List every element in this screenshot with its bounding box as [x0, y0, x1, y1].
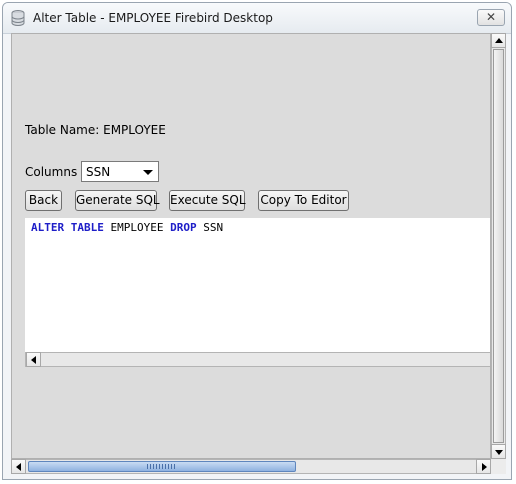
title-bar[interactable]: Alter Table - EMPLOYEE Firebird Desktop …	[3, 3, 511, 34]
scroll-right-button[interactable]	[476, 459, 491, 474]
columns-label: Columns	[25, 165, 78, 179]
sql-table-name: EMPLOYEE	[110, 221, 164, 234]
close-button[interactable]: ✕	[477, 9, 505, 26]
sql-column-name: SSN	[203, 221, 224, 234]
editor-scroll-left-button[interactable]	[26, 352, 41, 367]
back-button[interactable]: Back	[25, 190, 62, 211]
scrollbar-corner	[491, 459, 506, 474]
grip-icon	[147, 464, 177, 469]
alter-table-window: Alter Table - EMPLOYEE Firebird Desktop …	[2, 2, 512, 480]
columns-dropdown[interactable]: SSN	[81, 161, 159, 182]
horizontal-scrollbar[interactable]	[11, 459, 491, 474]
scroll-left-button[interactable]	[11, 459, 26, 474]
vertical-scroll-thumb[interactable]	[493, 49, 504, 443]
editor-horizontal-scrollbar[interactable]	[25, 352, 490, 367]
vertical-scrollbar[interactable]	[491, 33, 506, 459]
sql-keyword-table: TABLE	[70, 221, 104, 234]
copy-to-editor-button[interactable]: Copy To Editor	[258, 190, 349, 211]
arrow-right-icon	[482, 463, 487, 471]
close-icon: ✕	[485, 10, 497, 24]
scroll-up-button[interactable]	[491, 33, 506, 48]
table-name-label: Table Name: EMPLOYEE	[25, 123, 166, 137]
horizontal-scroll-thumb[interactable]	[28, 461, 296, 472]
sql-statement: ALTER TABLE EMPLOYEE DROP SSN	[31, 221, 223, 234]
columns-selected-value: SSN	[86, 165, 111, 179]
execute-sql-button[interactable]: Execute SQL	[169, 190, 246, 211]
sql-editor[interactable]: ALTER TABLE EMPLOYEE DROP SSN	[25, 218, 490, 352]
scroll-down-button[interactable]	[491, 444, 506, 459]
sql-keyword-alter: ALTER	[31, 221, 65, 234]
database-icon	[11, 10, 25, 26]
chevron-down-icon	[143, 170, 153, 175]
arrow-up-icon	[495, 38, 503, 43]
arrow-left-icon	[31, 356, 36, 364]
arrow-down-icon	[495, 450, 503, 455]
arrow-left-icon	[16, 463, 21, 471]
sql-keyword-drop: DROP	[170, 221, 197, 234]
window-title: Alter Table - EMPLOYEE Firebird Desktop	[33, 11, 273, 25]
generate-sql-button[interactable]: Generate SQL	[75, 190, 160, 211]
content-panel: Table Name: EMPLOYEE Columns SSN Back Ge…	[11, 33, 491, 459]
